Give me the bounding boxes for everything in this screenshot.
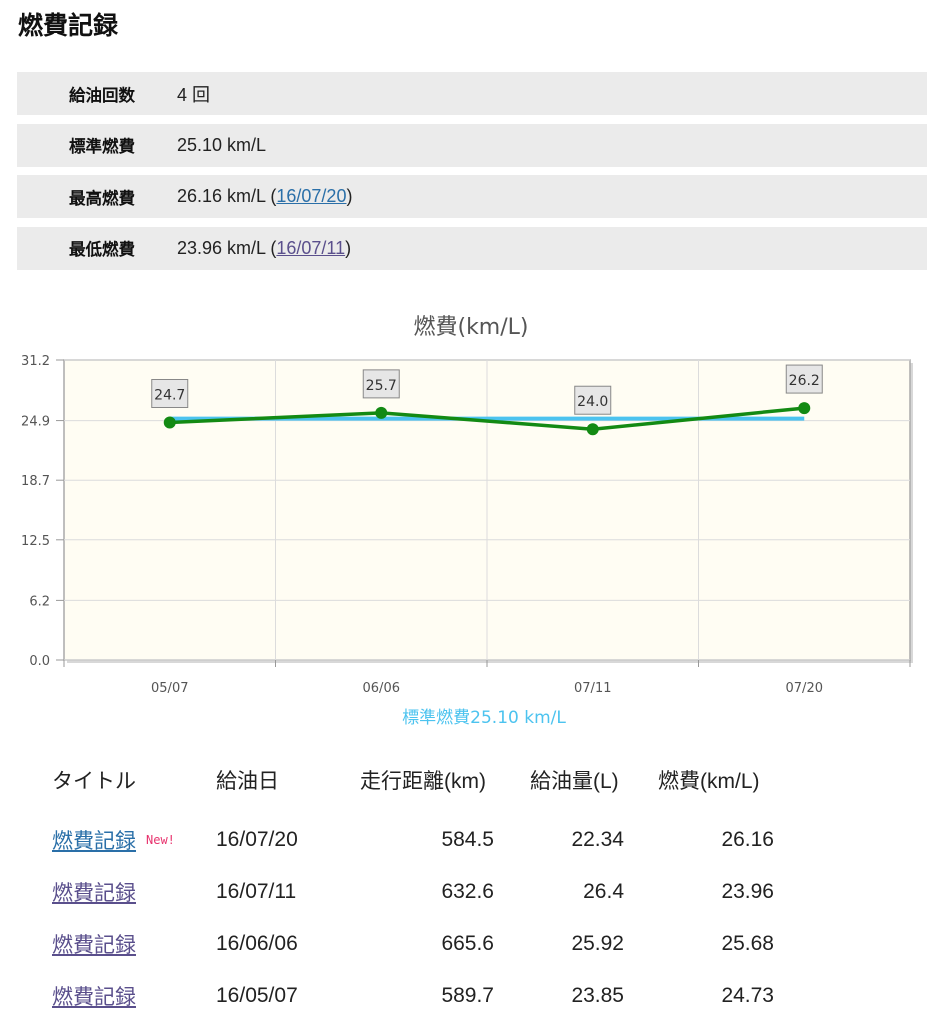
header-distance: 走行距離(km) [360,770,486,793]
row-economy: 25.68 [721,932,774,955]
data-label: 25.7 [366,378,397,394]
row-distance: 584.5 [441,828,494,851]
summary-value: 26.16 km/L ( [177,186,277,207]
table-row: 燃費記録 New! 16/07/20 584.5 22.34 26.16 [52,814,774,866]
record-link[interactable]: 燃費記録 [52,877,136,907]
row-fuel: 22.34 [571,828,624,851]
row-title-cell: 燃費記録 [52,929,216,959]
row-date: 16/07/20 [216,828,298,851]
chart-svg: 燃費(km/L) 31.2 24.9 18.7 12.5 6.2 0.0 05/07 06/06… [21,315,913,728]
fuel-economy-chart: 燃費(km/L) 31.2 24.9 18.7 12.5 6.2 0.0 05/07 06/06… [0,300,941,740]
y-tick-label: 24.9 [21,415,50,430]
row-date: 16/06/06 [216,932,298,955]
record-link[interactable]: 燃費記録 [52,929,136,959]
x-tick-label: 07/11 [574,681,611,696]
summary-value-wrap: 26.16 km/L (16/07/20) [177,186,352,207]
y-tick-label: 0.0 [29,654,50,669]
y-tick-label: 12.5 [21,534,50,549]
summary-value: 25.10 km/L [177,134,267,155]
header-date: 給油日 [216,770,279,793]
table-row: 燃費記録 16/06/06 665.6 25.92 25.68 [52,918,774,970]
summary-label: 給油回数 [69,85,135,105]
y-tick-label: 31.2 [21,354,50,369]
row-economy: 24.73 [721,984,774,1007]
record-link[interactable]: 燃費記録 [52,825,136,855]
x-tick-label: 06/06 [363,681,400,696]
row-fuel: 26.4 [583,880,624,903]
legend-average: 標準燃費25.10 km/L [402,708,566,728]
row-economy: 26.16 [721,828,774,851]
summary-value-wrap: 23.96 km/L (16/07/11) [177,238,351,259]
summary-label: 最高燃費 [69,188,135,208]
row-distance: 665.6 [441,932,494,955]
summary-row-best: 最高燃費 26.16 km/L (16/07/20) [17,175,927,219]
x-tick-label: 07/20 [786,681,823,696]
row-distance: 589.7 [441,984,494,1007]
data-point [163,416,176,429]
y-tick-label: 18.7 [21,474,50,489]
summary-label: 標準燃費 [69,137,135,157]
row-title-cell: 燃費記録 New! [52,825,216,855]
header-fuel: 給油量(L) [530,770,619,793]
record-link[interactable]: 燃費記録 [52,981,136,1011]
table-header-row: タイトル 給油日 走行距離(km) 給油量(L) 燃費(km/L) [52,762,774,798]
x-tick-label: 05/07 [151,681,188,696]
data-point [375,406,388,419]
data-point [798,402,811,415]
summary-suffix: ) [345,237,352,258]
summary-suffix: ) [346,186,353,207]
row-fuel: 23.85 [571,984,624,1007]
header-title: タイトル [52,770,136,793]
summary-value: 23.96 km/L ( [177,237,277,258]
y-tick-label: 6.2 [29,594,50,609]
row-title-cell: 燃費記録 [52,981,216,1011]
summary-row-worst: 最低燃費 23.96 km/L (16/07/11) [17,226,927,270]
summary-row-refuel-count: 給油回数 4 回 [17,72,927,115]
best-date-link[interactable]: 16/07/20 [276,186,346,206]
worst-date-link[interactable]: 16/07/11 [276,238,345,258]
row-distance: 632.6 [441,880,494,903]
table-row: 燃費記録 16/05/07 589.7 23.85 24.73 [52,970,774,1022]
summary-value: 4 回 [177,84,211,105]
new-badge: New! [146,833,175,847]
row-date: 16/05/07 [216,984,298,1007]
row-date: 16/07/11 [216,880,297,903]
row-fuel: 25.92 [571,932,624,955]
chart-title: 燃費(km/L) [413,315,528,340]
page-title: 燃費記録 [18,11,119,40]
data-point [586,423,599,436]
row-economy: 23.96 [721,880,774,903]
summary-label: 最低燃費 [69,240,135,260]
row-title-cell: 燃費記録 [52,877,216,907]
data-label: 24.7 [154,388,185,404]
header-economy: 燃費(km/L) [658,770,760,793]
records-table: タイトル 給油日 走行距離(km) 給油量(L) 燃費(km/L) 燃費記録 Ne… [52,762,774,1022]
summary-panel: 給油回数 4 回 標準燃費 25.10 km/L 最高燃費 26.16 km/L… [17,72,927,278]
data-label: 24.0 [577,394,608,410]
table-row: 燃費記録 16/07/11 632.6 26.4 23.96 [52,866,774,918]
data-label: 26.2 [789,373,820,389]
summary-row-standard: 標準燃費 25.10 km/L [17,123,927,167]
